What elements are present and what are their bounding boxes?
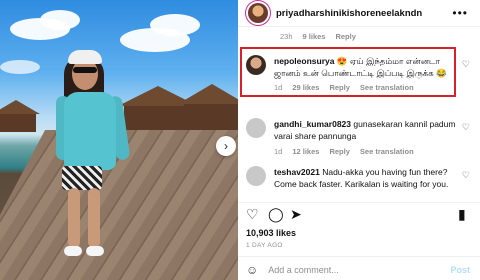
share-icon[interactable]: ➤ <box>290 206 302 223</box>
heart-icon[interactable]: ♡ <box>246 206 259 223</box>
post-actions: ♡ ◯ ➤ ▮ <box>246 206 472 224</box>
comment-item: teshav2021 Nadu-akka you having fun ther… <box>246 166 470 202</box>
post-photo[interactable]: › <box>0 0 238 280</box>
comment-likes[interactable]: 12 likes <box>292 146 319 158</box>
hut-roof <box>178 84 238 104</box>
owner-username[interactable]: priyadharshinikishoreneelakndn <box>276 8 452 19</box>
cloud <box>150 14 200 36</box>
post-header: priyadharshinikishoreneelakndn ••• <box>238 0 480 26</box>
add-comment-row: ☺ Add a comment... Post <box>238 260 480 280</box>
cloud <box>40 10 80 30</box>
person-shoe <box>64 246 82 256</box>
post-date: 1 DAY AGO <box>246 242 283 249</box>
person-leg <box>68 188 80 248</box>
reply-button[interactable]: Reply <box>329 146 349 158</box>
commenter-avatar[interactable] <box>246 166 266 186</box>
comment-meta: 1d 12 likes Reply See translation <box>274 146 456 158</box>
comments-divider <box>238 202 480 203</box>
commenter-avatar[interactable] <box>246 118 266 138</box>
comment-body: gandhi_kumar0823 gunasekaran kannil padu… <box>274 118 456 158</box>
person-shirt <box>64 92 116 170</box>
comment-item: gandhi_kumar0823 gunasekaran kannil padu… <box>246 118 470 158</box>
reply-button[interactable]: Reply <box>335 32 355 41</box>
see-translation-link[interactable]: See translation <box>360 146 414 158</box>
cloud <box>0 60 40 74</box>
bookmark-icon[interactable]: ▮ <box>458 206 466 223</box>
comment-input[interactable]: Add a comment... <box>268 265 450 275</box>
post-sidebar: priyadharshinikishoreneelakndn ••• 23h 9… <box>238 0 480 280</box>
person-cap <box>68 50 102 64</box>
person-shorts <box>62 166 102 190</box>
comment-likes[interactable]: 9 likes <box>303 32 326 41</box>
comment-time: 23h <box>280 32 293 41</box>
person-shoe <box>86 246 104 256</box>
person-sunglasses <box>73 67 97 73</box>
comment-highlight-box <box>240 47 456 97</box>
footer-divider <box>238 256 480 257</box>
post-comment-button[interactable]: Post <box>450 265 470 275</box>
heart-icon[interactable]: ♡ <box>462 170 470 181</box>
heart-icon[interactable]: ♡ <box>462 59 470 70</box>
heart-icon[interactable]: ♡ <box>462 122 470 133</box>
commenter-username[interactable]: gandhi_kumar0823 <box>274 119 351 129</box>
prev-comment-meta: 23h 9 likes Reply <box>280 32 356 41</box>
emoji-icon[interactable]: ☺ <box>246 263 258 277</box>
person-leg <box>88 188 100 248</box>
header-divider <box>238 26 480 27</box>
owner-avatar[interactable] <box>248 3 268 23</box>
hut-roof <box>0 100 40 114</box>
comment-time: 1d <box>274 147 283 156</box>
next-photo-button[interactable]: › <box>216 136 236 156</box>
commenter-username[interactable]: teshav2021 <box>274 167 320 177</box>
instagram-post-view: › priyadharshinikishoreneelakndn ••• 23h… <box>0 0 480 280</box>
more-horizontal-icon[interactable]: ••• <box>452 6 468 20</box>
post-likes[interactable]: 10,903 likes <box>246 228 296 238</box>
comment-body: teshav2021 Nadu-akka you having fun ther… <box>274 166 456 190</box>
hut <box>0 114 36 132</box>
hut <box>184 104 238 132</box>
chevron-right-icon: › <box>224 139 228 153</box>
comment-icon[interactable]: ◯ <box>268 206 284 223</box>
